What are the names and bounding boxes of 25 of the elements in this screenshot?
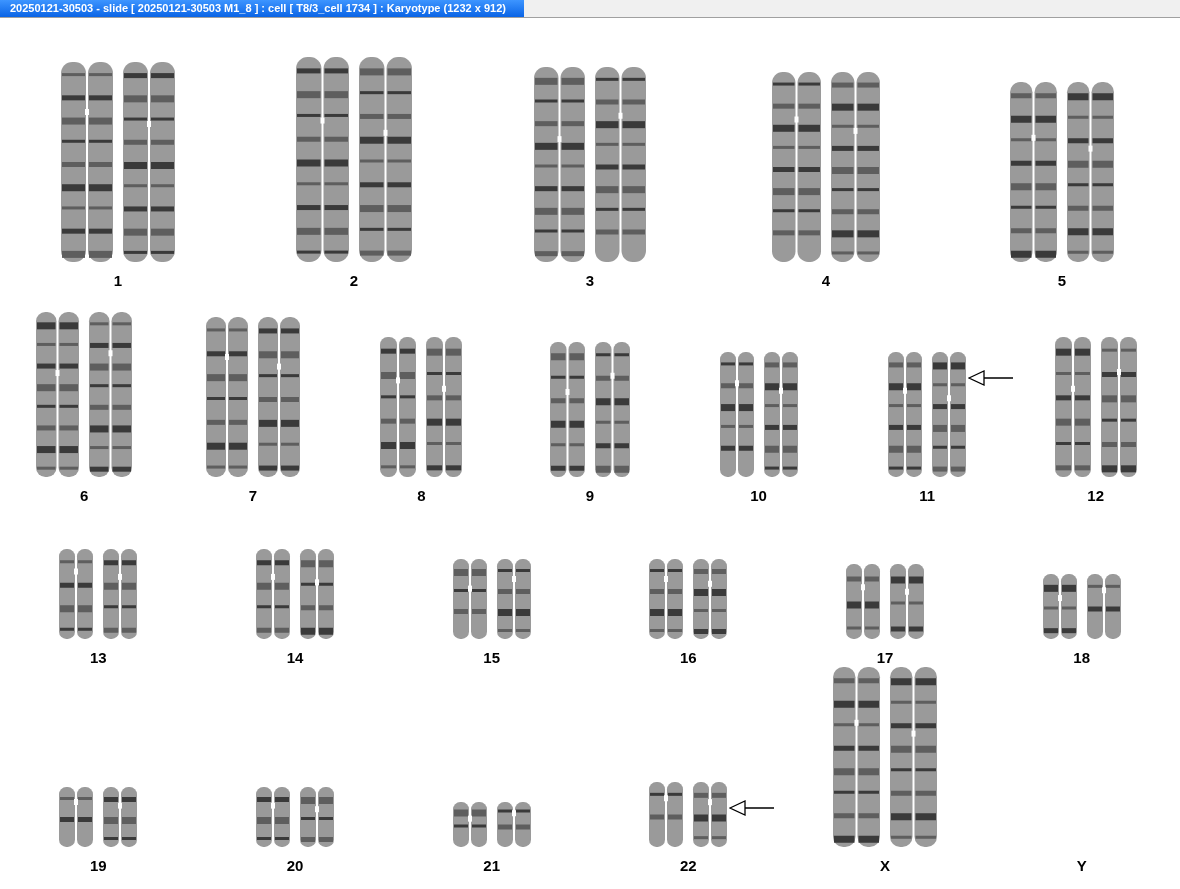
chromosome-number: 22 — [680, 857, 697, 875]
chromosome-number: X — [880, 857, 890, 875]
chromosome-number: 17 — [876, 649, 894, 667]
chromosome-number: 18 — [1073, 649, 1090, 667]
chromosome-number: 9 — [585, 487, 595, 505]
chromosome-number: 20 — [286, 857, 304, 875]
chromosome-number: 16 — [680, 649, 697, 667]
chromosome-number: 6 — [80, 487, 89, 505]
chromosome-number: 21 — [483, 857, 500, 875]
chromosome-number: 15 — [483, 649, 500, 667]
chromosome-number: 13 — [90, 649, 107, 667]
chromosome-number: 5 — [1057, 272, 1067, 290]
chromosome-number: 8 — [417, 487, 426, 505]
chromosome-number: 14 — [286, 649, 304, 667]
chromosome-number: 10 — [750, 487, 767, 505]
chromosome-number: 11 — [919, 487, 936, 505]
chromosome-number: Y — [1076, 857, 1087, 875]
chromosome-number: 1 — [113, 272, 123, 290]
chromosome-number: 3 — [585, 272, 595, 290]
window-title: 20250121-30503 - slide [ 20250121-30503 M1_8 ] : cell [ T8/3_cell 1734 ] : Karyotype (1232 x 912) — [0, 0, 524, 17]
chromosome-number: 7 — [248, 487, 257, 505]
chromosome-number: 12 — [1087, 487, 1105, 505]
chromosome-number: 19 — [90, 857, 107, 875]
chromosome-number: 4 — [821, 272, 831, 290]
chromosome-number: 2 — [349, 272, 359, 290]
